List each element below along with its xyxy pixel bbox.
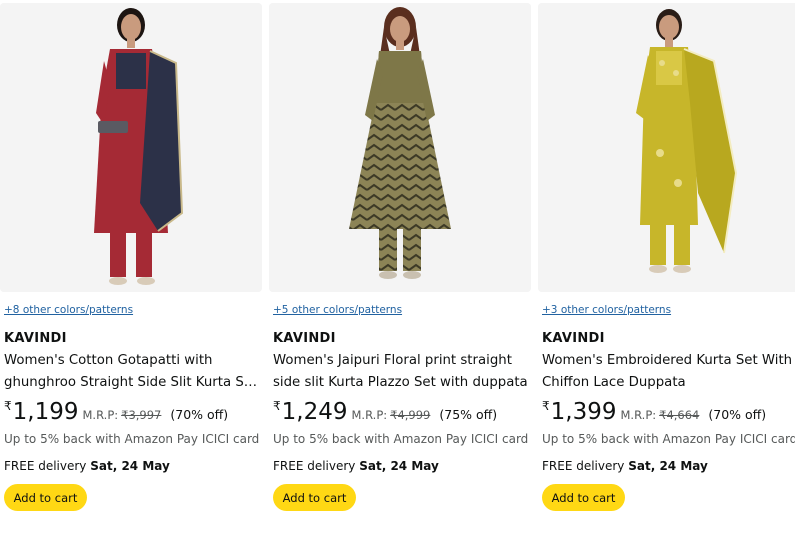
currency-symbol: ₹ bbox=[542, 399, 550, 413]
other-colors-link[interactable]: +8 other colors/patterns bbox=[4, 304, 133, 316]
price-row: ₹ 1,249 M.R.P: ₹4,999 (75% off) bbox=[273, 399, 497, 425]
brand-name: KAVINDI bbox=[542, 331, 605, 346]
other-colors-link[interactable]: +3 other colors/patterns bbox=[542, 304, 671, 316]
delivery-info: FREE delivery Sat, 24 May bbox=[4, 459, 170, 473]
product-title[interactable]: Women's Jaipuri Floral print straight si… bbox=[273, 350, 529, 394]
cashback-offer: Up to 5% back with Amazon Pay ICICI card bbox=[273, 432, 529, 446]
mrp-label: M.R.P: bbox=[82, 408, 119, 422]
mrp-value: ₹3,997 bbox=[121, 408, 162, 422]
product-card: +3 other colors/patterns KAVINDI Women's… bbox=[538, 0, 795, 537]
add-to-cart-label: Add to cart bbox=[13, 490, 78, 505]
cashback-offer: Up to 5% back with Amazon Pay ICICI card bbox=[542, 432, 795, 446]
delivery-prefix: FREE delivery bbox=[273, 459, 360, 473]
brand-name: KAVINDI bbox=[273, 331, 336, 346]
product-title[interactable]: Women's Embroidered Kurta Set With Chiff… bbox=[542, 350, 795, 394]
product-image[interactable] bbox=[538, 3, 795, 292]
add-to-cart-label: Add to cart bbox=[282, 490, 347, 505]
mrp-value: ₹4,664 bbox=[659, 408, 700, 422]
delivery-prefix: FREE delivery bbox=[542, 459, 629, 473]
price-row: ₹ 1,399 M.R.P: ₹4,664 (70% off) bbox=[542, 399, 766, 425]
add-to-cart-label: Add to cart bbox=[551, 490, 616, 505]
currency-symbol: ₹ bbox=[4, 399, 12, 413]
product-image[interactable] bbox=[269, 3, 531, 292]
product-card: +8 other colors/patterns KAVINDI Women's… bbox=[0, 0, 262, 537]
delivery-date: Sat, 24 May bbox=[90, 459, 170, 473]
price: 1,249 bbox=[281, 399, 348, 425]
discount-badge: (70% off) bbox=[708, 407, 767, 422]
delivery-date: Sat, 24 May bbox=[359, 459, 439, 473]
cashback-offer: Up to 5% back with Amazon Pay ICICI card bbox=[4, 432, 260, 446]
mrp-label: M.R.P: bbox=[351, 408, 388, 422]
currency-symbol: ₹ bbox=[273, 399, 281, 413]
price-row: ₹ 1,199 M.R.P: ₹3,997 (70% off) bbox=[4, 399, 228, 425]
brand-name: KAVINDI bbox=[4, 331, 67, 346]
other-colors-link[interactable]: +5 other colors/patterns bbox=[273, 304, 402, 316]
product-card: +5 other colors/patterns KAVINDI Women's… bbox=[269, 0, 531, 537]
price: 1,199 bbox=[12, 399, 79, 425]
mrp-value: ₹4,999 bbox=[390, 408, 431, 422]
discount-badge: (75% off) bbox=[439, 407, 498, 422]
mrp-label: M.R.P: bbox=[620, 408, 657, 422]
delivery-info: FREE delivery Sat, 24 May bbox=[273, 459, 439, 473]
delivery-prefix: FREE delivery bbox=[4, 459, 91, 473]
add-to-cart-button[interactable]: Add to cart bbox=[273, 484, 356, 511]
add-to-cart-button[interactable]: Add to cart bbox=[4, 484, 87, 511]
product-title[interactable]: Women's Cotton Gotapatti with ghunghroo … bbox=[4, 350, 260, 394]
delivery-date: Sat, 24 May bbox=[628, 459, 708, 473]
product-image[interactable] bbox=[0, 3, 262, 292]
price: 1,399 bbox=[550, 399, 617, 425]
delivery-info: FREE delivery Sat, 24 May bbox=[542, 459, 708, 473]
add-to-cart-button[interactable]: Add to cart bbox=[542, 484, 625, 511]
discount-badge: (70% off) bbox=[170, 407, 229, 422]
